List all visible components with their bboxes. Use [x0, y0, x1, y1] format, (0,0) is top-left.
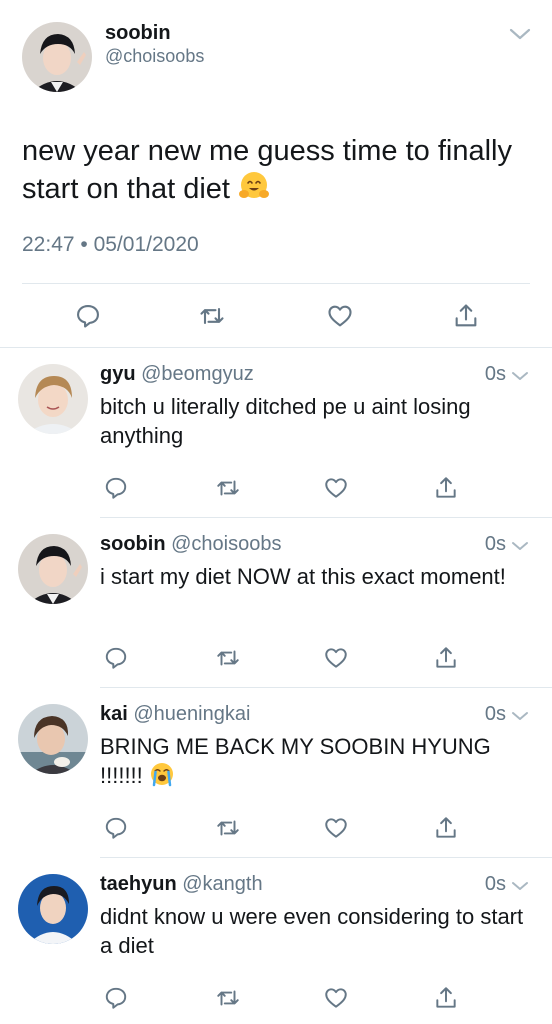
- author-handle[interactable]: @choisoobs: [105, 46, 204, 67]
- heart-icon[interactable]: [320, 982, 352, 1014]
- heart-icon[interactable]: [324, 300, 356, 332]
- chevron-down-icon[interactable]: [510, 876, 530, 896]
- reply-icon[interactable]: [100, 812, 132, 844]
- author-handle[interactable]: @kangth: [182, 873, 262, 895]
- heart-icon[interactable]: [320, 642, 352, 674]
- avatar[interactable]: [18, 534, 88, 604]
- avatar[interactable]: [18, 874, 88, 944]
- author-handle[interactable]: @hueningkai: [133, 703, 250, 725]
- loudly-crying-face-icon: [149, 761, 175, 794]
- share-icon[interactable]: [430, 472, 462, 504]
- reply-icon[interactable]: [100, 982, 132, 1014]
- reply-text: didnt know u were even considering to st…: [100, 904, 524, 958]
- author-name[interactable]: soobin: [100, 533, 166, 555]
- author-name[interactable]: kai: [100, 703, 128, 725]
- reply-icon[interactable]: [100, 642, 132, 674]
- reply-text: i start my diet NOW at this exact moment…: [100, 564, 506, 589]
- reply-actions: [0, 640, 552, 676]
- reply-time: 0s: [484, 533, 506, 555]
- share-icon[interactable]: [450, 300, 482, 332]
- reply-tweet[interactable]: soobin @choisoobs 0s i start my diet NOW…: [0, 518, 552, 688]
- author-name[interactable]: gyu: [100, 363, 136, 385]
- author-handle[interactable]: @choisoobs: [171, 533, 281, 555]
- reply-header: taehyun @kangth: [100, 873, 263, 896]
- main-tweet: soobin @choisoobs new year new me guess …: [0, 0, 552, 348]
- retweet-icon[interactable]: [212, 812, 244, 844]
- chevron-down-icon[interactable]: [510, 536, 530, 556]
- share-icon[interactable]: [430, 812, 462, 844]
- reply-tweet[interactable]: taehyun @kangth 0s didnt know u were eve…: [0, 858, 552, 1024]
- share-icon[interactable]: [430, 642, 462, 674]
- reply-time: 0s: [484, 873, 506, 895]
- retweet-icon[interactable]: [212, 642, 244, 674]
- reply-actions: [0, 980, 552, 1016]
- reply-icon[interactable]: [72, 300, 104, 332]
- hugging-face-icon: [238, 170, 270, 212]
- reply-text: bitch u literally ditched pe u aint losi…: [100, 394, 471, 448]
- chevron-down-icon[interactable]: [508, 22, 532, 46]
- author-handle[interactable]: @beomgyuz: [141, 363, 254, 385]
- reply-icon[interactable]: [100, 472, 132, 504]
- avatar[interactable]: [18, 704, 88, 774]
- reply-tweet[interactable]: gyu @beomgyuz 0s bitch u literally ditch…: [0, 348, 552, 518]
- author-name[interactable]: taehyun: [100, 873, 177, 895]
- retweet-icon[interactable]: [212, 982, 244, 1014]
- share-icon[interactable]: [430, 982, 462, 1014]
- reply-time: 0s: [484, 703, 506, 725]
- reply-time: 0s: [484, 363, 506, 385]
- avatar[interactable]: [18, 364, 88, 434]
- chevron-down-icon[interactable]: [510, 706, 530, 726]
- tweet-actions: [0, 284, 552, 346]
- timestamp: 22:47 • 05/01/2020: [22, 233, 199, 256]
- reply-header: soobin @choisoobs: [100, 533, 281, 556]
- avatar[interactable]: [22, 22, 92, 92]
- author-name[interactable]: soobin: [105, 22, 171, 45]
- tweet-text: new year new me guess time to finally st…: [22, 132, 532, 212]
- heart-icon[interactable]: [320, 812, 352, 844]
- reply-text: BRING ME BACK MY SOOBIN HYUNG !!!!!!!: [100, 732, 530, 794]
- reply-header: gyu @beomgyuz: [100, 363, 254, 386]
- reply-actions: [0, 810, 552, 846]
- chevron-down-icon[interactable]: [510, 366, 530, 386]
- reply-actions: [0, 470, 552, 506]
- heart-icon[interactable]: [320, 472, 352, 504]
- reply-tweet[interactable]: kai @hueningkai 0s BRING ME BACK MY SOOB…: [0, 688, 552, 858]
- reply-header: kai @hueningkai: [100, 703, 250, 726]
- retweet-icon[interactable]: [212, 472, 244, 504]
- retweet-icon[interactable]: [196, 300, 228, 332]
